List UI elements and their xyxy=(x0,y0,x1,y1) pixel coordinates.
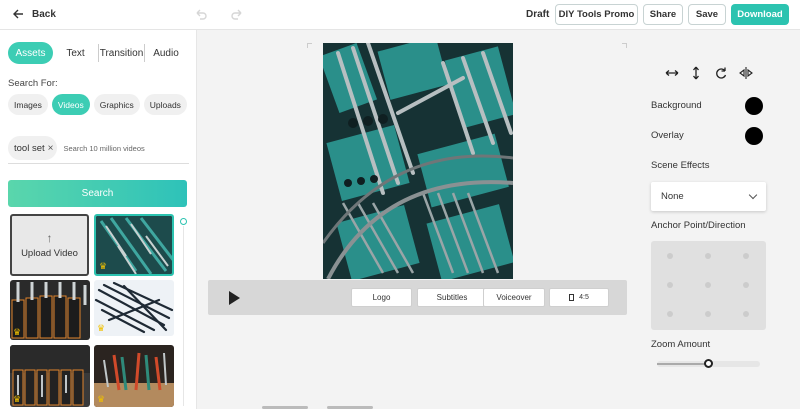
zoom-amount-label: Zoom Amount xyxy=(651,339,711,350)
project-name-button[interactable]: DIY Tools Promo xyxy=(555,4,638,25)
voiceover-button[interactable]: Voiceover xyxy=(483,288,545,307)
panel-tabs: Assets Text Transition Audio xyxy=(8,42,187,64)
download-button[interactable]: Download xyxy=(731,4,789,25)
playback-control-bar: Logo Subtitles Voiceover 4:5 xyxy=(208,280,627,315)
scene-effects-dropdown[interactable]: None xyxy=(651,182,766,211)
undo-icon[interactable] xyxy=(194,7,208,21)
crown-icon: ♛ xyxy=(99,261,108,271)
canvas-corner xyxy=(307,43,312,48)
save-button[interactable]: Save xyxy=(688,4,726,25)
back-button[interactable]: Back xyxy=(12,8,56,20)
thumbnail-image xyxy=(96,216,172,274)
background-color-swatch[interactable] xyxy=(745,97,763,115)
crown-icon: ♛ xyxy=(13,327,22,337)
tab-audio[interactable]: Audio xyxy=(145,42,187,64)
zoom-slider[interactable] xyxy=(657,359,760,368)
video-thumbnail[interactable]: ♛ xyxy=(94,345,174,407)
video-frame xyxy=(323,43,513,279)
upload-arrow-icon: ↑ xyxy=(46,231,53,245)
video-thumbnail[interactable]: ♛ xyxy=(10,280,90,340)
search-bar: tool set × xyxy=(8,133,189,164)
anchor-point[interactable] xyxy=(743,253,749,259)
rotate-icon[interactable] xyxy=(714,66,728,80)
search-for-label: Search For: xyxy=(8,78,58,89)
aspect-ratio-button[interactable]: 4:5 xyxy=(549,288,609,307)
video-canvas[interactable] xyxy=(323,43,513,279)
filter-uploads[interactable]: Uploads xyxy=(143,94,187,115)
zoom-slider-fill xyxy=(657,363,706,365)
aspect-ratio-label: 4:5 xyxy=(579,294,589,301)
anchor-point[interactable] xyxy=(705,253,711,259)
search-input[interactable] xyxy=(63,143,164,153)
upload-video-label: Upload Video xyxy=(21,248,78,259)
search-button[interactable]: Search xyxy=(8,180,187,207)
overlay-label: Overlay xyxy=(651,130,684,141)
anchor-point[interactable] xyxy=(705,311,711,317)
search-tag-label: tool set xyxy=(14,142,45,154)
anchor-point[interactable] xyxy=(667,253,673,259)
tab-transition[interactable]: Transition xyxy=(98,44,145,62)
thumbnail-image xyxy=(10,345,90,407)
subtitles-button[interactable]: Subtitles xyxy=(417,288,487,307)
close-icon[interactable]: × xyxy=(48,143,54,154)
zoom-slider-handle[interactable] xyxy=(704,359,713,368)
search-tag: tool set × xyxy=(8,136,58,160)
share-button[interactable]: Share xyxy=(643,4,683,25)
video-thumbnail[interactable]: ♛ xyxy=(94,214,174,276)
crown-icon: ♛ xyxy=(97,394,106,404)
tab-assets[interactable]: Assets xyxy=(8,42,53,64)
mirror-icon[interactable] xyxy=(739,66,753,80)
overlay-color-swatch[interactable] xyxy=(745,127,763,145)
tab-text[interactable]: Text xyxy=(53,42,98,64)
thumbnail-image xyxy=(10,280,90,340)
crown-icon: ♛ xyxy=(97,323,106,333)
draft-status: Draft xyxy=(526,9,550,20)
chevron-down-icon xyxy=(748,190,758,200)
anchor-point[interactable] xyxy=(667,282,673,288)
thumbnail-image xyxy=(94,280,174,336)
thumbnail-image xyxy=(94,345,174,407)
crown-icon: ♛ xyxy=(13,394,22,404)
flip-vertical-icon[interactable] xyxy=(689,66,703,80)
video-thumbnail[interactable]: ♛ xyxy=(94,280,174,336)
anchor-point[interactable] xyxy=(667,311,673,317)
filter-images[interactable]: Images xyxy=(8,94,48,115)
anchor-point[interactable] xyxy=(743,282,749,288)
scrollbar-track[interactable] xyxy=(183,226,184,406)
anchor-point-grid xyxy=(651,241,766,330)
scrollbar-handle[interactable] xyxy=(180,218,187,225)
scene-effects-label: Scene Effects xyxy=(651,160,710,171)
properties-panel: Background Overlay Scene Effects None An… xyxy=(636,30,800,409)
back-label: Back xyxy=(32,8,56,20)
aspect-ratio-icon xyxy=(569,294,575,301)
canvas-corner xyxy=(622,43,627,48)
filter-videos[interactable]: Videos xyxy=(51,94,90,115)
redo-icon[interactable] xyxy=(230,7,244,21)
filter-graphics[interactable]: Graphics xyxy=(93,94,140,115)
upload-video-button[interactable]: ↑ Upload Video xyxy=(10,214,89,276)
anchor-label: Anchor Point/Direction xyxy=(651,220,746,231)
assets-panel: Assets Text Transition Audio Search For:… xyxy=(0,30,197,409)
media-type-filters: Images Videos Graphics Uploads xyxy=(8,94,187,115)
logo-button[interactable]: Logo xyxy=(351,288,412,307)
anchor-point[interactable] xyxy=(743,311,749,317)
top-bar: Back Draft DIY Tools Promo Share Save Do… xyxy=(0,0,800,30)
arrow-left-icon xyxy=(13,9,23,19)
play-icon[interactable] xyxy=(229,291,240,305)
flip-horizontal-icon[interactable] xyxy=(665,66,679,80)
anchor-point[interactable] xyxy=(705,282,711,288)
background-label: Background xyxy=(651,100,702,111)
video-thumbnail[interactable]: ♛ xyxy=(10,345,90,407)
scene-effects-value: None xyxy=(661,191,684,202)
